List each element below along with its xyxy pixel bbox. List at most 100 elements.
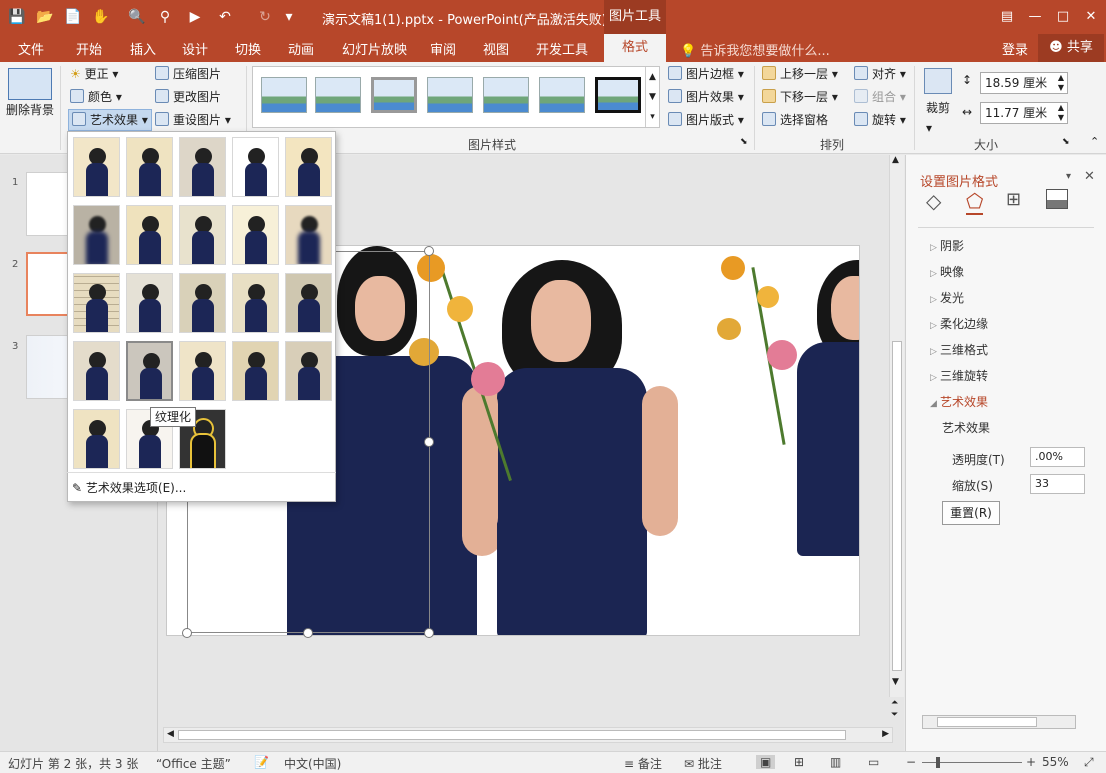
tab-review[interactable]: 审阅 — [430, 39, 456, 58]
print-preview-icon[interactable]: 🔍 — [126, 7, 148, 27]
height-spinner-icon[interactable]: ▲ ▼ — [1058, 73, 1064, 93]
artistic-effect-option[interactable] — [179, 273, 226, 333]
picture-style-6[interactable] — [539, 77, 585, 113]
notes-button[interactable]: ≡ 备注 — [624, 755, 662, 772]
maximize-icon[interactable]: □ — [1050, 7, 1076, 27]
open-icon[interactable]: 📂 — [34, 7, 56, 27]
artistic-effect-option[interactable] — [73, 273, 120, 333]
section-shadow[interactable]: ▷ 阴影 — [930, 237, 964, 254]
tab-design[interactable]: 设计 — [182, 39, 208, 58]
reset-picture-button[interactable]: 重设图片 ▾ — [155, 110, 231, 130]
tab-slideshow[interactable]: 幻灯片放映 — [342, 39, 407, 58]
picture-effects-button[interactable]: 图片效果 ▾ — [668, 87, 744, 107]
picture-style-1[interactable] — [261, 77, 307, 113]
picture-style-4[interactable] — [427, 77, 473, 113]
resize-handle[interactable] — [424, 437, 434, 447]
find-icon[interactable]: ⚲ — [154, 7, 176, 27]
artistic-effects-options[interactable]: ✎ 艺术效果选项(E)... — [72, 479, 186, 496]
minimize-icon[interactable]: — — [1022, 7, 1048, 27]
artistic-effect-option[interactable] — [126, 341, 173, 401]
scale-field[interactable]: 33 — [1030, 474, 1085, 494]
tab-developer[interactable]: 开发工具 — [536, 39, 588, 58]
artistic-effect-option[interactable] — [179, 137, 226, 197]
section-reflection[interactable]: ▷ 映像 — [930, 263, 964, 280]
width-spinner-icon[interactable]: ▲ ▼ — [1058, 103, 1064, 123]
collapse-ribbon-icon[interactable]: ⌃ — [1090, 136, 1099, 148]
align-button[interactable]: 对齐 ▾ — [854, 64, 906, 84]
artistic-effect-option[interactable] — [126, 205, 173, 265]
resize-handle[interactable] — [182, 628, 192, 638]
scroll-up-icon[interactable]: ▲ — [892, 155, 899, 165]
change-picture-button[interactable]: 更改图片 — [155, 87, 221, 107]
group-button[interactable]: 组合 ▾ — [854, 87, 906, 107]
fit-to-window-icon[interactable]: ⤢ — [1084, 755, 1094, 770]
scroll-left-icon[interactable]: ◀ — [167, 729, 174, 739]
picture-style-5[interactable] — [483, 77, 529, 113]
artistic-effect-option[interactable] — [285, 205, 332, 265]
crop-button[interactable]: 裁剪 ▾ — [926, 98, 950, 138]
horizontal-scrollbar[interactable]: ◀ ▶ — [163, 727, 893, 743]
scroll-right-icon[interactable]: ▶ — [882, 729, 889, 739]
save-icon[interactable]: 💾 — [6, 7, 28, 27]
prev-slide-icon[interactable]: ⏶ ⏷ — [891, 697, 898, 721]
send-backward-button[interactable]: 下移一层 ▾ — [762, 87, 838, 107]
bring-forward-button[interactable]: 上移一层 ▾ — [762, 64, 838, 84]
height-field[interactable]: 18.59 厘米 ▲ ▼ — [980, 72, 1068, 94]
normal-view-icon[interactable]: ▣ — [756, 755, 776, 769]
artistic-effect-option[interactable] — [126, 273, 173, 333]
tell-me-search[interactable]: 💡 告诉我您想要做什么... — [680, 40, 830, 59]
new-icon[interactable]: 📄 — [62, 7, 84, 27]
picture-layout-button[interactable]: 图片版式 ▾ — [668, 110, 744, 130]
slideshow-view-icon[interactable]: ▭ — [868, 755, 879, 769]
redo-icon[interactable]: ↻ — [254, 7, 276, 27]
picture-icon[interactable] — [1046, 189, 1068, 209]
transparency-field[interactable]: .00% — [1030, 447, 1085, 467]
horizontal-scroll-thumb[interactable] — [178, 730, 846, 740]
effects-pentagon-icon[interactable]: ⬠ — [966, 189, 984, 215]
tab-view[interactable]: 视图 — [483, 39, 509, 58]
artistic-effect-option[interactable] — [179, 205, 226, 265]
artistic-effect-option[interactable] — [126, 137, 173, 197]
artistic-effect-option[interactable] — [73, 205, 120, 265]
selection-pane-button[interactable]: 选择窗格 — [762, 110, 828, 130]
undo-icon[interactable]: ↶ — [214, 7, 236, 27]
width-field[interactable]: 11.77 厘米 ▲ ▼ — [980, 102, 1068, 124]
spellcheck-icon[interactable]: 📝 — [254, 755, 269, 769]
tab-home[interactable]: 开始 — [76, 39, 102, 58]
tab-format[interactable]: 格式 — [604, 34, 666, 62]
artistic-effects-button[interactable]: 艺术效果 ▾ — [68, 109, 152, 131]
picture-style-7[interactable] — [595, 77, 641, 113]
zoom-level[interactable]: 55% — [1042, 755, 1069, 769]
vertical-scroll-thumb[interactable] — [892, 341, 902, 671]
tab-insert[interactable]: 插入 — [130, 39, 156, 58]
artistic-effect-option[interactable] — [232, 273, 279, 333]
picture-style-3[interactable] — [371, 77, 417, 113]
artistic-effect-option[interactable] — [285, 341, 332, 401]
vertical-scrollbar[interactable]: ▲ ▼ — [889, 155, 904, 697]
picture-style-2[interactable] — [315, 77, 361, 113]
customize-qat-icon[interactable]: ▾ — [278, 7, 300, 27]
size-dialog-launcher-icon[interactable]: ⬊ — [1062, 136, 1070, 148]
language[interactable]: 中文(中国) — [284, 755, 341, 772]
artistic-effect-option[interactable] — [232, 205, 279, 265]
size-properties-icon[interactable]: ⊞ — [1006, 189, 1021, 210]
reset-button[interactable]: 重置(R) — [942, 501, 1000, 525]
close-window-icon[interactable]: ✕ — [1078, 7, 1104, 27]
corrections-button[interactable]: ☀ 更正 ▾ — [70, 64, 118, 84]
artistic-effect-option[interactable] — [73, 137, 120, 197]
dialog-launcher-icon[interactable]: ⬊ — [740, 136, 748, 148]
comments-button[interactable]: ✉ 批注 — [684, 755, 722, 772]
artistic-effect-option[interactable] — [285, 273, 332, 333]
zoom-out-icon[interactable]: − — [906, 755, 916, 769]
pane-options-icon[interactable]: ▾ — [1066, 171, 1071, 182]
slide-sorter-icon[interactable]: ⊞ — [794, 755, 804, 769]
remove-background-button[interactable]: 删除背景 — [6, 100, 54, 120]
resize-handle[interactable] — [303, 628, 313, 638]
reading-view-icon[interactable]: ▥ — [830, 755, 841, 769]
share-button[interactable]: ☻ 共享 — [1038, 34, 1104, 62]
close-pane-icon[interactable]: ✕ — [1084, 169, 1095, 184]
section-glow[interactable]: ▷ 发光 — [930, 289, 964, 306]
slideshow-icon[interactable]: ▶ — [184, 7, 206, 27]
touch-mode-icon[interactable]: ✋ — [90, 7, 112, 27]
ribbon-display-icon[interactable]: ▤ — [994, 7, 1020, 27]
